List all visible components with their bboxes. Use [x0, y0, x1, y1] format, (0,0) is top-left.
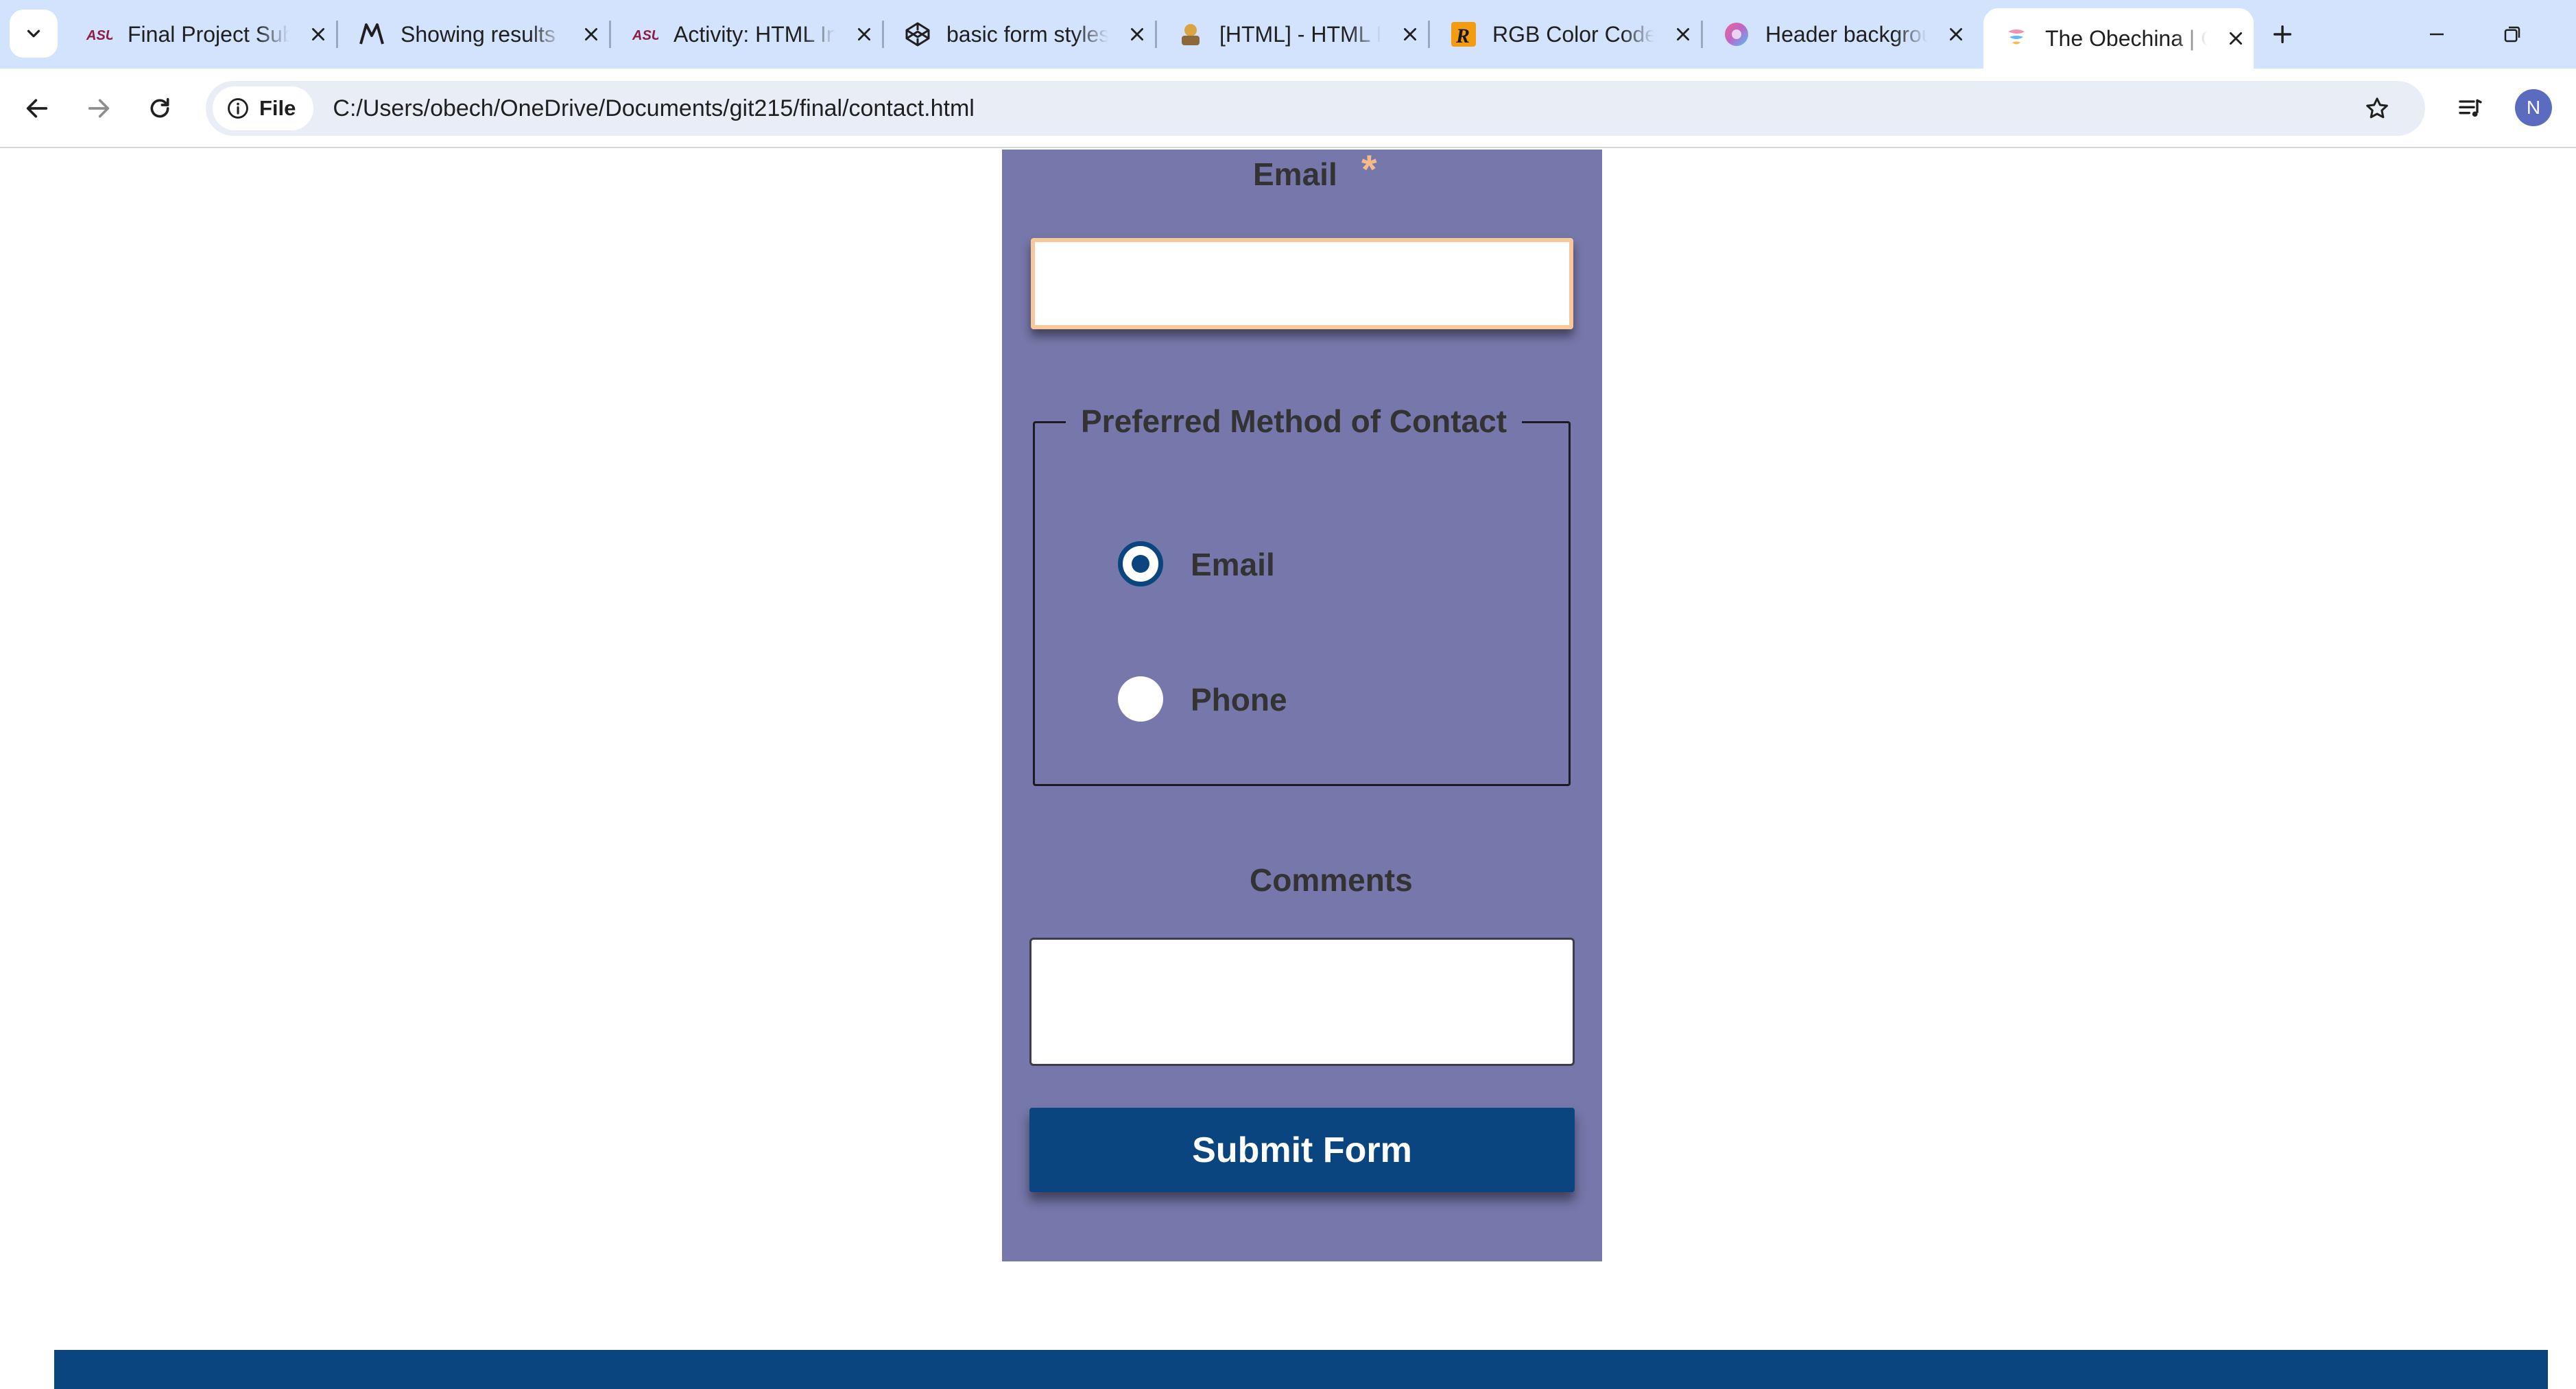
tab-title: Showing results: [401, 21, 556, 47]
browser-tab[interactable]: [HTML] - HTML I: [1158, 8, 1428, 60]
tab-title: basic form styles: [946, 21, 1108, 47]
profile-avatar[interactable]: N: [2515, 89, 2552, 126]
browser-tab[interactable]: ASU Activity: HTML In: [612, 8, 882, 60]
browser-tab-active[interactable]: The Obechina | C: [1983, 8, 2254, 69]
tab-separator: [1701, 21, 1703, 48]
tab-title: RGB Color Code: [1492, 21, 1654, 47]
tab-separator: [1428, 21, 1430, 48]
fieldset-legend: Preferred Method of Contact: [1066, 399, 1523, 443]
comments-label: Comments: [1250, 862, 1413, 898]
site-info-label: File: [259, 96, 296, 120]
info-icon: [228, 98, 248, 119]
close-tab-icon[interactable]: [1123, 21, 1151, 48]
codepen-icon: [904, 21, 931, 48]
svg-text:ASU: ASU: [632, 28, 658, 43]
tab-title: Final Project Sub: [128, 21, 289, 47]
browser-tab[interactable]: basic form styles: [885, 8, 1155, 60]
svg-text:ASU: ASU: [86, 28, 112, 43]
close-tab-icon[interactable]: [1396, 21, 1424, 48]
submit-button[interactable]: Submit Form: [1029, 1108, 1575, 1192]
tab-search-button[interactable]: [10, 10, 58, 58]
bookmark-button[interactable]: [2357, 88, 2398, 129]
mdn-icon: [358, 21, 385, 48]
address-bar[interactable]: File C:/Users/obech/OneDrive/Documents/g…: [206, 81, 2425, 136]
email-field[interactable]: [1031, 238, 1573, 329]
tab-separator: [609, 21, 611, 48]
radio-email[interactable]: [1118, 541, 1163, 586]
tab-separator: [1155, 21, 1157, 48]
contact-method-fieldset: [1033, 421, 1571, 786]
page-footer: [54, 1350, 2548, 1389]
comments-textarea[interactable]: [1029, 938, 1575, 1066]
tab-title: The Obechina | C: [2045, 25, 2207, 51]
tab-separator: [336, 21, 338, 48]
minimize-icon: [2430, 33, 2444, 36]
restore-button[interactable]: [2492, 14, 2533, 55]
browser-tab[interactable]: R RGB Color Code: [1431, 8, 1701, 60]
rapidtables-icon: R: [1450, 21, 1477, 48]
tab-title: Header backgrou: [1765, 21, 1927, 47]
close-tab-icon[interactable]: [850, 21, 878, 48]
chevron-down-icon: [27, 29, 40, 38]
restore-icon: [2504, 26, 2520, 43]
arrow-right-icon: [88, 99, 110, 118]
reload-icon: [150, 97, 169, 118]
close-tab-icon[interactable]: [305, 21, 332, 48]
reload-button[interactable]: [139, 88, 180, 129]
forward-button[interactable]: [78, 88, 119, 129]
radio-selected-dot: [1132, 555, 1149, 573]
star-icon: [2366, 97, 2388, 119]
required-marker: *: [1361, 147, 1377, 192]
site-info-button[interactable]: File: [213, 86, 314, 130]
email-label: Email: [1253, 156, 1337, 192]
plus-icon: [2273, 25, 2292, 44]
gradient-icon: [1723, 21, 1750, 48]
radio-phone[interactable]: [1118, 676, 1163, 722]
close-tab-icon[interactable]: [1942, 21, 1970, 48]
tab-title: Activity: HTML In: [673, 21, 835, 47]
browser-tab[interactable]: ASU Final Project Sub: [66, 8, 336, 60]
browser-tab[interactable]: Showing results: [339, 8, 609, 60]
close-tab-icon[interactable]: [2222, 25, 2250, 52]
tab-title: [HTML] - HTML I: [1219, 21, 1381, 47]
asu-icon: ASU: [631, 21, 658, 48]
url-text[interactable]: C:/Users/obech/OneDrive/Documents/git215…: [333, 95, 974, 122]
new-tab-button[interactable]: [2263, 15, 2302, 54]
browser-tab[interactable]: Header backgrou: [1704, 8, 1974, 60]
minimize-button[interactable]: [2416, 14, 2457, 55]
asu-icon: ASU: [85, 21, 112, 48]
radio-phone-label[interactable]: Phone: [1191, 681, 1287, 718]
site-icon: [2003, 25, 2030, 52]
svg-text:R: R: [1455, 25, 1470, 47]
arrow-left-icon: [26, 99, 48, 118]
radio-email-label[interactable]: Email: [1191, 546, 1275, 583]
tab-strip: ASU Final Project Sub Showing results AS…: [0, 0, 2576, 69]
media-controls-button[interactable]: [2450, 88, 2491, 129]
playlist-icon: [2459, 99, 2482, 117]
back-button[interactable]: [16, 88, 58, 129]
browser-toolbar: File C:/Users/obech/OneDrive/Documents/g…: [0, 69, 2576, 148]
close-tab-icon[interactable]: [577, 21, 605, 48]
reference-icon: [1177, 21, 1204, 48]
close-tab-icon[interactable]: [1669, 21, 1697, 48]
tab-separator: [882, 21, 884, 48]
